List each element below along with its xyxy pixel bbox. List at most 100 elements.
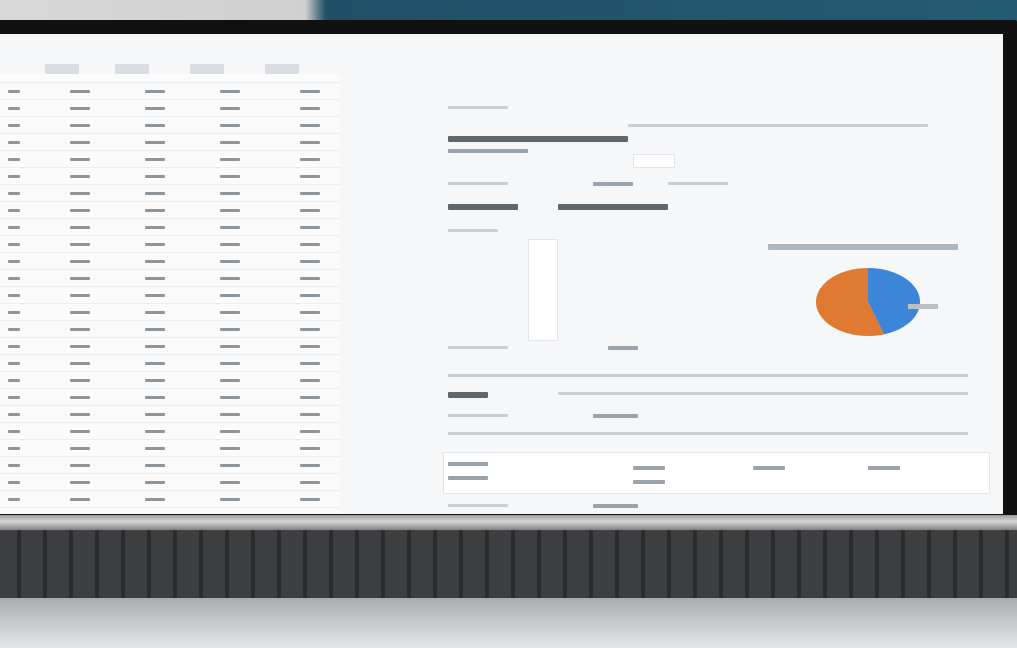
table-cell — [8, 90, 20, 93]
footer-line — [593, 504, 638, 508]
table-row[interactable] — [0, 252, 340, 268]
table-cell — [70, 124, 90, 127]
table-cell — [220, 464, 240, 467]
table-row[interactable] — [0, 473, 340, 489]
value-box[interactable] — [633, 154, 675, 168]
table-cell — [300, 362, 320, 365]
table-cell — [145, 413, 165, 416]
table-cell — [8, 175, 20, 178]
table-cell — [220, 413, 240, 416]
table-cell — [8, 430, 20, 433]
table-row[interactable] — [0, 184, 340, 200]
table-row[interactable] — [0, 456, 340, 472]
table-row[interactable] — [0, 218, 340, 234]
table-cell — [145, 362, 165, 365]
table-row[interactable] — [0, 286, 340, 302]
table-row[interactable] — [0, 303, 340, 319]
table-cell — [70, 481, 90, 484]
table-cell — [300, 141, 320, 144]
table-row[interactable] — [0, 235, 340, 251]
table-cell — [220, 328, 240, 331]
summary-table — [443, 452, 990, 494]
column-header[interactable] — [115, 64, 149, 74]
table-cell — [220, 175, 240, 178]
table-cell — [8, 481, 20, 484]
param-line — [448, 229, 498, 232]
table-cell — [8, 243, 20, 246]
table-cell — [220, 430, 240, 433]
table-cell — [220, 362, 240, 365]
table-cell — [145, 192, 165, 195]
table-row[interactable] — [0, 490, 340, 506]
table-cell — [145, 328, 165, 331]
table-row[interactable] — [0, 82, 340, 98]
table-cell — [8, 362, 20, 365]
param-line — [448, 182, 508, 185]
summary-row — [633, 466, 665, 470]
table-cell — [145, 311, 165, 314]
summary-heading — [448, 392, 488, 398]
table-cell — [220, 107, 240, 110]
table-cell — [145, 226, 165, 229]
table-cell — [8, 413, 20, 416]
subheading — [558, 204, 668, 210]
table-cell — [220, 158, 240, 161]
table-row[interactable] — [0, 354, 340, 370]
pie-legend — [908, 304, 938, 309]
table-cell — [300, 413, 320, 416]
table-cell — [70, 277, 90, 280]
table-cell — [300, 430, 320, 433]
table-row[interactable] — [0, 269, 340, 285]
table-row[interactable] — [0, 167, 340, 183]
summary-line — [608, 346, 638, 350]
table-cell — [300, 226, 320, 229]
table-cell — [70, 260, 90, 263]
table-row[interactable] — [0, 133, 340, 149]
table-row[interactable] — [0, 99, 340, 115]
table-row[interactable] — [0, 150, 340, 166]
block-title — [448, 136, 628, 142]
table-cell — [220, 90, 240, 93]
table-cell — [8, 277, 20, 280]
table-cell — [145, 430, 165, 433]
table-cell — [70, 209, 90, 212]
table-row[interactable] — [0, 422, 340, 438]
table-row[interactable] — [0, 439, 340, 455]
param-line — [593, 182, 633, 186]
column-header[interactable] — [265, 64, 299, 74]
table-cell — [8, 345, 20, 348]
report-sheet — [438, 74, 998, 514]
table-row[interactable] — [0, 388, 340, 404]
column-header[interactable] — [45, 64, 79, 74]
table-cell — [70, 158, 90, 161]
table-row[interactable] — [0, 337, 340, 353]
table-cell — [70, 498, 90, 501]
table-cell — [300, 396, 320, 399]
table-row[interactable] — [0, 320, 340, 336]
table-row[interactable] — [0, 405, 340, 421]
table-cell — [70, 243, 90, 246]
table-row[interactable] — [0, 116, 340, 132]
block-label — [448, 149, 528, 153]
table-cell — [145, 277, 165, 280]
table-cell — [8, 192, 20, 195]
section-title-line — [448, 106, 508, 109]
pie-chart — [768, 244, 968, 336]
table-row[interactable] — [0, 371, 340, 387]
table-cell — [145, 464, 165, 467]
table-cell — [220, 311, 240, 314]
table-cell — [8, 226, 20, 229]
table-cell — [220, 124, 240, 127]
table-cell — [70, 107, 90, 110]
table-cell — [8, 447, 20, 450]
table-cell — [145, 294, 165, 297]
column-header[interactable] — [190, 64, 224, 74]
table-cell — [8, 396, 20, 399]
table-row[interactable] — [0, 507, 340, 514]
table-row[interactable] — [0, 201, 340, 217]
table-cell — [145, 107, 165, 110]
table-cell — [70, 294, 90, 297]
table-cell — [145, 243, 165, 246]
laptop-deck — [0, 598, 1017, 648]
table-cell — [300, 209, 320, 212]
